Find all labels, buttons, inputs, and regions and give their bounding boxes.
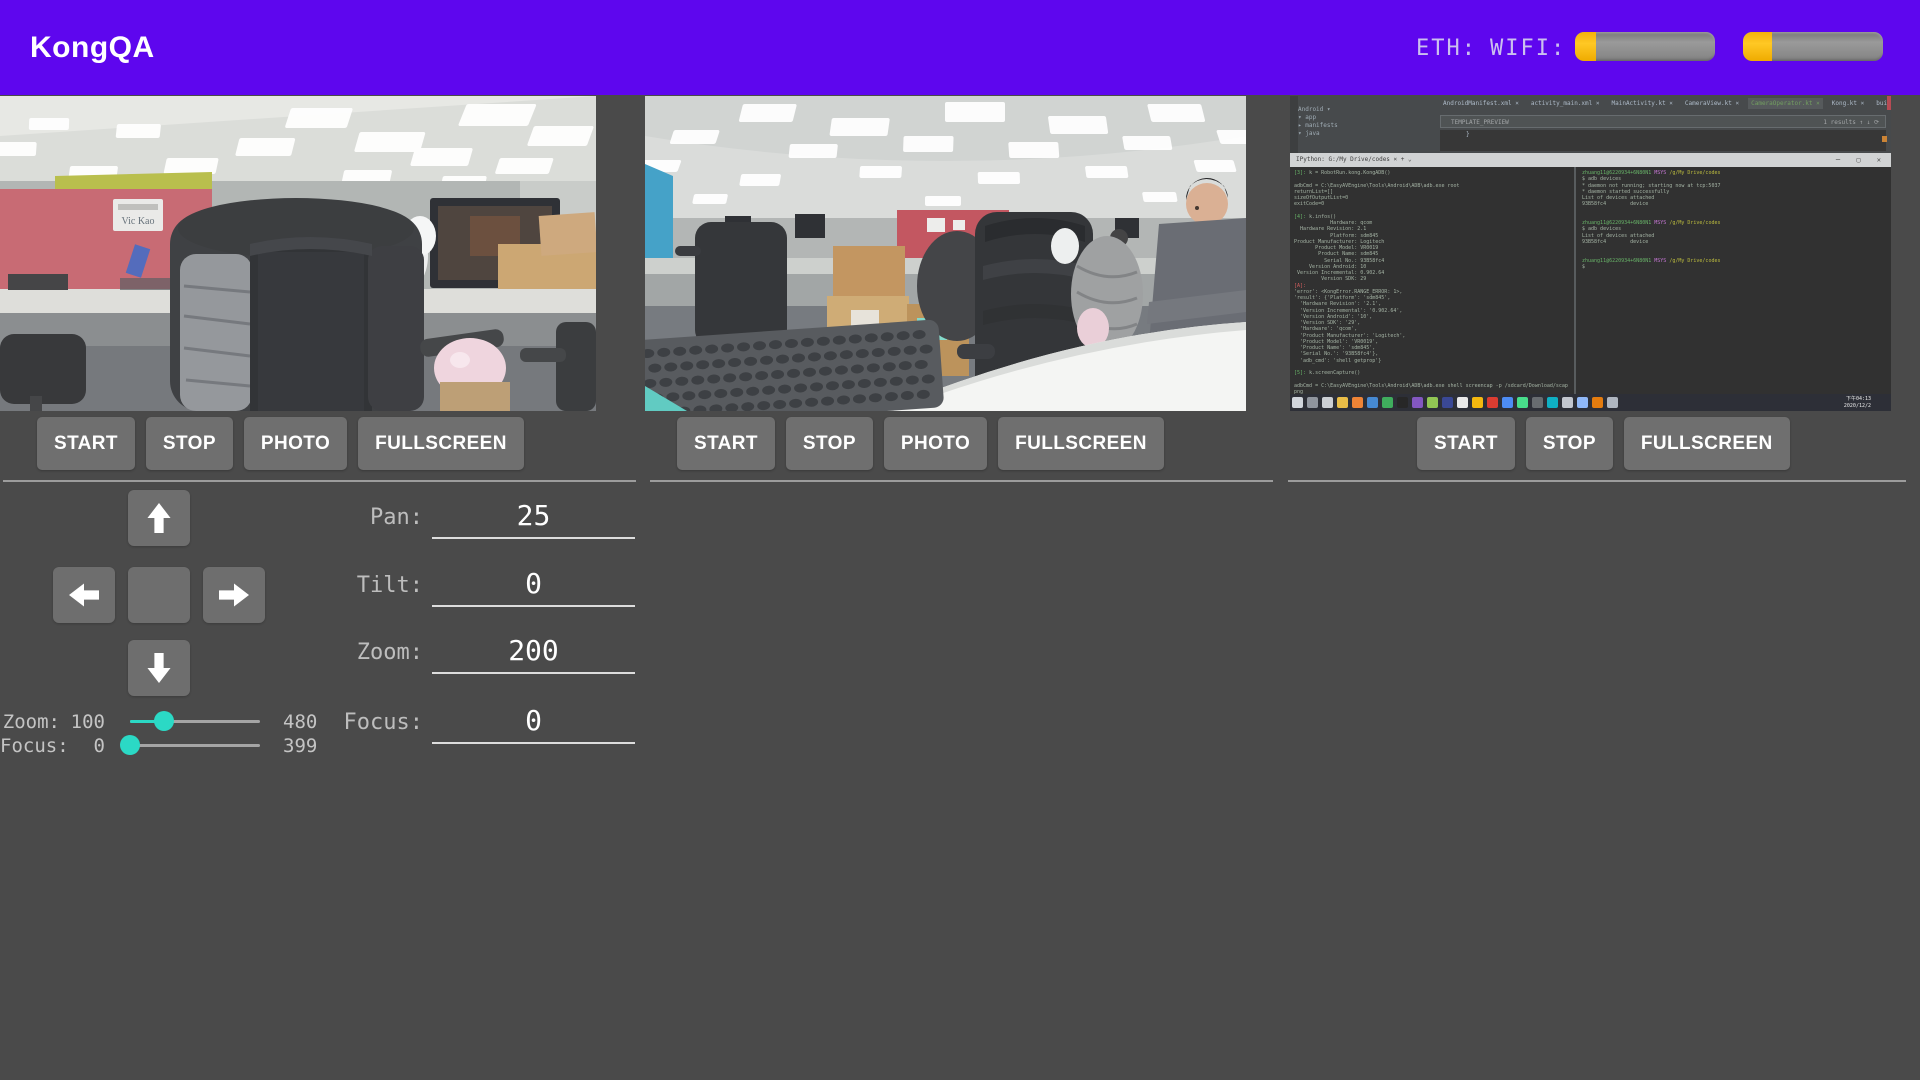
camera-2-feed xyxy=(645,96,1246,411)
tilt-field-label: Tilt: xyxy=(250,571,423,601)
pan-field-label: Pan: xyxy=(250,503,423,533)
taskbar-app-icon xyxy=(1577,397,1588,408)
arrow-up-icon xyxy=(147,503,171,533)
screen-edge-artifact xyxy=(1887,96,1891,110)
focus-slider-thumb[interactable] xyxy=(120,735,140,755)
camera-3-feed: Android ▾▾ app ▸ manifests ▾ java Androi… xyxy=(1290,96,1891,411)
camera-1-feed: Vic Kao xyxy=(0,96,596,411)
ide-tab: activity_main.xml × xyxy=(1528,98,1603,109)
ide-search-bar: TEMPLATE_PREVIEW 1 results ↑ ↓ ⟳ xyxy=(1440,115,1886,128)
zoom-field[interactable]: 200 xyxy=(432,630,635,674)
ide-tab: MainActivity.kt × xyxy=(1609,98,1676,109)
pan-left-button[interactable] xyxy=(53,567,115,623)
taskbar-app-icon xyxy=(1397,397,1408,408)
center-home-button[interactable] xyxy=(128,567,190,623)
taskbar-app-icon xyxy=(1592,397,1603,408)
ide-project-tree: Android ▾▾ app ▸ manifests ▾ java xyxy=(1298,106,1428,138)
eth-signal-fill xyxy=(1575,32,1596,61)
ide-tab: CameraView.kt × xyxy=(1682,98,1742,109)
camera-2-button-row: STARTSTOPPHOTOFULLSCREEN xyxy=(677,417,1164,470)
taskbar-clock: 下午04:13 2020/12/2 xyxy=(1844,396,1871,409)
wifi-signal-bar xyxy=(1743,32,1883,61)
taskbar-app-icon xyxy=(1352,397,1363,408)
taskbar-app-icon xyxy=(1547,397,1558,408)
taskbar-app-icon xyxy=(1442,397,1453,408)
start-button-camera-3[interactable]: START xyxy=(1417,417,1515,470)
photo-button-camera-2[interactable]: PHOTO xyxy=(884,417,987,470)
wifi-signal-fill xyxy=(1743,32,1772,61)
taskbar-app-icon xyxy=(1292,397,1303,408)
fullscreen-button-camera-1[interactable]: FULLSCREEN xyxy=(358,417,524,470)
pan-field[interactable]: 25 xyxy=(432,495,635,539)
taskbar-app-icon xyxy=(1457,397,1468,408)
taskbar-app-icon xyxy=(1427,397,1438,408)
tilt-up-button[interactable] xyxy=(128,490,190,546)
ide-tab: CameraOperator.kt × xyxy=(1748,98,1823,109)
focus-field-label: Focus: xyxy=(250,708,423,738)
start-button-camera-1[interactable]: START xyxy=(37,417,135,470)
taskbar-app-icon xyxy=(1472,397,1483,408)
arrow-left-icon xyxy=(69,583,99,607)
eth-label: ETH: xyxy=(1416,0,1477,95)
console-right-pane: zhuang11@6220934+6N80N1 MSYS /g/My Drive… xyxy=(1582,170,1888,270)
start-button-camera-2[interactable]: START xyxy=(677,417,775,470)
tilt-field[interactable]: 0 xyxy=(432,563,635,607)
console-title: IPython: G:/My Drive/codes × + ⌄ xyxy=(1290,156,1412,163)
arrow-down-icon xyxy=(147,653,171,683)
stop-button-camera-2[interactable]: STOP xyxy=(786,417,873,470)
console-title-bar: IPython: G:/My Drive/codes × + ⌄ ─ ▢ ✕ xyxy=(1290,153,1891,167)
wifi-label: WIFI: xyxy=(1490,0,1566,95)
focus-field[interactable]: 0 xyxy=(432,700,635,744)
console-left-pane: [3]: k = RobotRun.kong.KongADB() adbCmd … xyxy=(1294,170,1572,395)
taskbar-app-icon xyxy=(1337,397,1348,408)
tilt-down-button[interactable] xyxy=(128,640,190,696)
taskbar-app-icon xyxy=(1412,397,1423,408)
taskbar-app-icon xyxy=(1487,397,1498,408)
taskbar-app-icon xyxy=(1502,397,1513,408)
ide-tool-strip xyxy=(1290,96,1298,153)
ide-tab: AndroidManifest.xml × xyxy=(1440,98,1522,109)
zoom-field-label: Zoom: xyxy=(250,638,423,668)
panel-3-divider xyxy=(1288,480,1906,482)
taskbar-app-icon xyxy=(1607,397,1618,408)
ide-editor-tabs: AndroidManifest.xml × activity_main.xml ×… xyxy=(1440,98,1891,109)
fullscreen-button-camera-2[interactable]: FULLSCREEN xyxy=(998,417,1164,470)
zoom-slider-label: Zoom: xyxy=(0,710,60,734)
app-title: KongQA xyxy=(30,0,155,95)
focus-slider-min: 0 xyxy=(60,734,105,758)
taskbar-app-icon xyxy=(1517,397,1528,408)
arrow-right-icon xyxy=(219,583,249,607)
ide-tab: Kong.kt × xyxy=(1829,98,1868,109)
console-split-divider xyxy=(1574,167,1576,394)
focus-slider-track[interactable] xyxy=(130,744,260,747)
stop-button-camera-3[interactable]: STOP xyxy=(1526,417,1613,470)
taskbar-app-icon xyxy=(1307,397,1318,408)
window-buttons: ─ ▢ ✕ xyxy=(1836,153,1887,167)
taskbar-app-icon xyxy=(1532,397,1543,408)
camera-3-button-row: STARTSTOPFULLSCREEN xyxy=(1417,417,1790,470)
camera-1-button-row: STARTSTOPPHOTOFULLSCREEN xyxy=(37,417,524,470)
panel-1-divider xyxy=(3,480,636,482)
panel-2-divider xyxy=(650,480,1273,482)
search-results: 1 results ↑ ↓ ⟳ xyxy=(1823,116,1879,129)
fullscreen-button-camera-3[interactable]: FULLSCREEN xyxy=(1624,417,1790,470)
taskbar-app-icon xyxy=(1382,397,1393,408)
scrollbar-marker xyxy=(1882,136,1887,142)
taskbar-app-icon xyxy=(1367,397,1378,408)
focus-slider-label: Focus: xyxy=(0,734,60,758)
photo-button-camera-1[interactable]: PHOTO xyxy=(244,417,347,470)
eth-signal-bar xyxy=(1575,32,1715,61)
app-header: KongQA ETH: WIFI: xyxy=(0,0,1920,95)
captured-desktop: Android ▾▾ app ▸ manifests ▾ java Androi… xyxy=(1290,96,1891,411)
taskbar-app-icon xyxy=(1562,397,1573,408)
stop-button-camera-1[interactable]: STOP xyxy=(146,417,233,470)
taskbar-app-icon xyxy=(1322,397,1333,408)
zoom-slider-thumb[interactable] xyxy=(154,711,174,731)
ide-code-line: } xyxy=(1440,130,1886,151)
taskbar-icons xyxy=(1292,397,1618,408)
zoom-slider-min: 100 xyxy=(60,710,105,734)
windows-taskbar: 下午04:13 2020/12/2 xyxy=(1290,394,1891,411)
ide-window: Android ▾▾ app ▸ manifests ▾ java Androi… xyxy=(1290,96,1891,153)
app-root: KongQA ETH: WIFI: Vic Kao xyxy=(0,0,1920,1080)
